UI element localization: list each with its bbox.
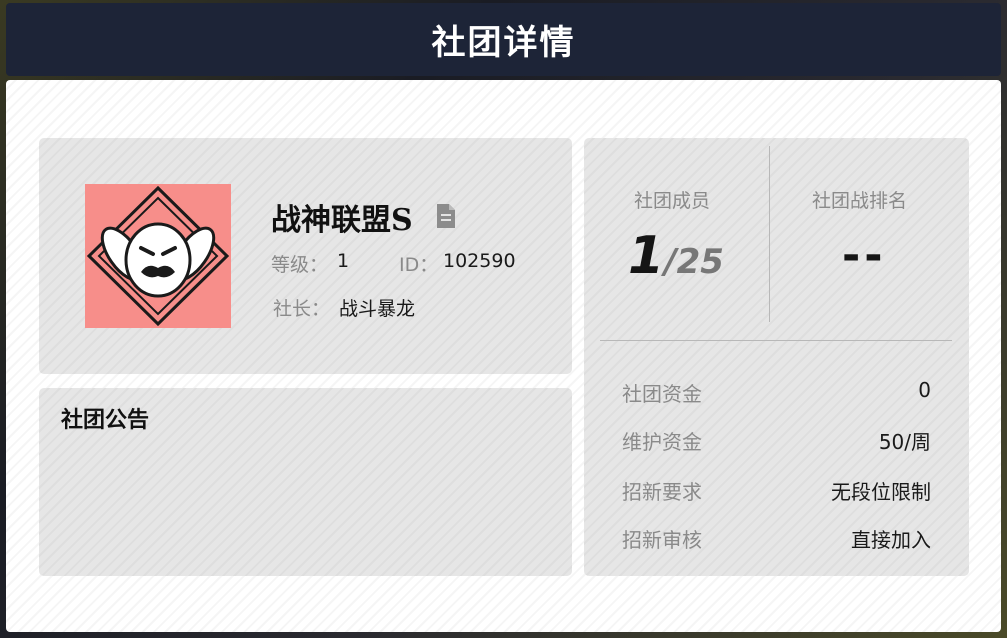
leader-label: 社长：	[273, 298, 331, 320]
detail-label-maintenance: 维护资金	[622, 430, 702, 454]
club-notice-card: 社团公告	[39, 388, 572, 576]
detail-label-funds: 社团资金	[622, 382, 702, 406]
members-current: 1	[628, 226, 665, 286]
members-label: 社团成员	[634, 190, 711, 212]
club-avatar	[85, 184, 231, 328]
detail-value-review: 直接加入	[851, 528, 931, 552]
club-details-panel: 战神联盟S 等级： 1 ID： 102590 社长： 战斗暴龙 社团公告 社团成…	[6, 80, 1001, 632]
title-bar: 社团详情	[6, 3, 1001, 76]
club-stats-card: 社团成员 1/25 社团战排名 -- 社团资金 0 维护资金 50/周 招新要求…	[584, 138, 969, 576]
detail-value-requirement: 无段位限制	[831, 480, 931, 504]
rank-label: 社团战排名	[812, 190, 908, 212]
rank-value: --	[842, 230, 887, 281]
copy-icon[interactable]	[435, 202, 457, 230]
horizontal-divider	[600, 340, 952, 341]
members-count: 1/25	[628, 226, 724, 286]
id-label: ID：	[399, 254, 439, 276]
level-label: 等级：	[271, 254, 329, 276]
detail-label-requirement: 招新要求	[622, 480, 702, 504]
page-title: 社团详情	[431, 23, 576, 63]
vertical-divider	[769, 146, 770, 322]
members-max: /25	[664, 242, 724, 282]
club-name: 战神联盟S	[271, 203, 413, 238]
club-info-card: 战神联盟S 等级： 1 ID： 102590 社长： 战斗暴龙	[39, 138, 572, 374]
leader-value: 战斗暴龙	[339, 298, 416, 320]
notice-title: 社团公告	[61, 407, 150, 433]
detail-value-funds: 0	[918, 378, 931, 402]
detail-label-review: 招新审核	[622, 528, 702, 552]
level-value: 1	[337, 250, 350, 272]
white-rabbit-emblem-icon	[86, 185, 230, 327]
id-value: 102590	[443, 250, 516, 272]
detail-value-maintenance: 50/周	[878, 430, 931, 454]
